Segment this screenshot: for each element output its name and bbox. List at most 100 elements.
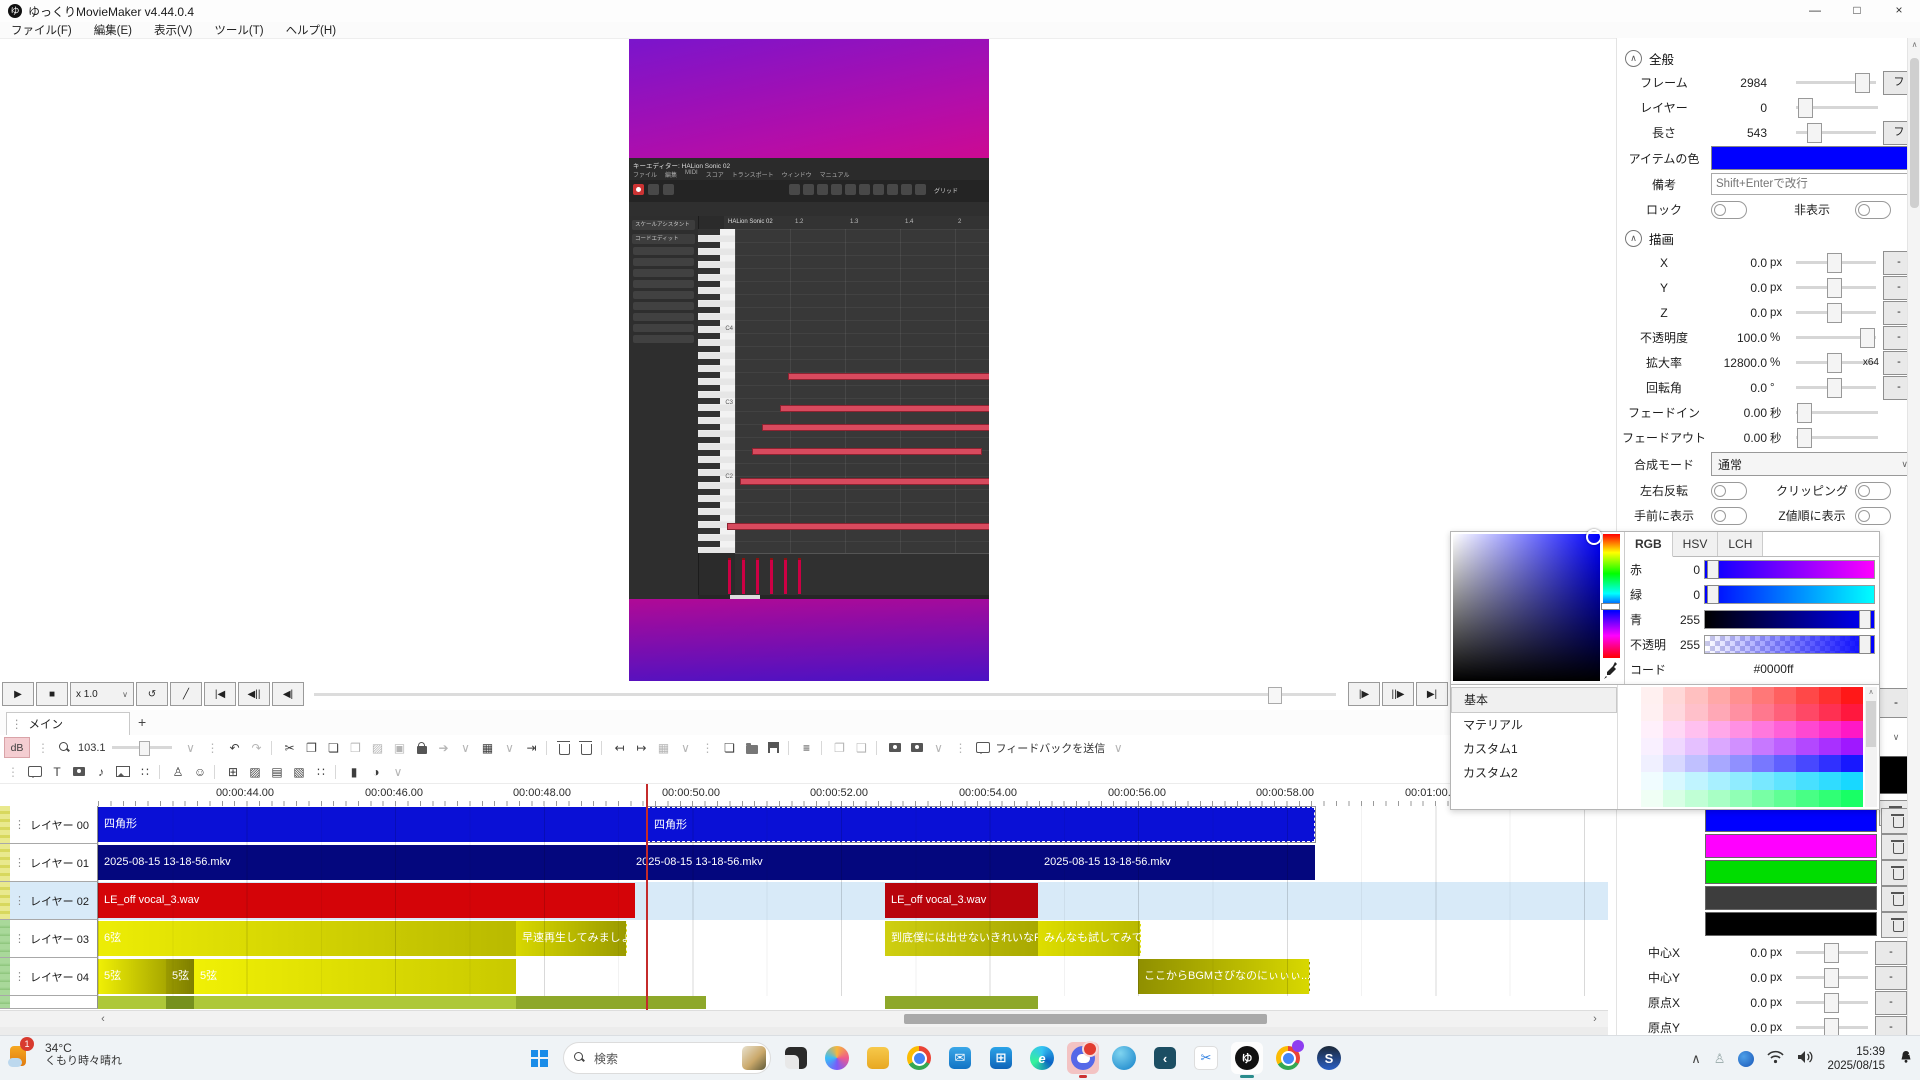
maximize-button[interactable]: □ — [1836, 0, 1878, 22]
move-mode-button[interactable]: ➔ — [435, 739, 453, 757]
hidden-toggle[interactable] — [1855, 201, 1891, 219]
channel-thumb[interactable] — [1707, 585, 1719, 604]
palette-tab-カスタム1[interactable]: カスタム1 — [1451, 737, 1617, 761]
timeline-clip[interactable]: ここからBGMさびなのにぃぃぃ... — [1138, 959, 1310, 994]
palette-color-cell[interactable] — [1819, 687, 1841, 704]
align-button[interactable]: ⇥ — [523, 739, 541, 757]
property-slider[interactable] — [1796, 81, 1876, 84]
palette-color-cell[interactable] — [1841, 755, 1863, 772]
palette-color-cell[interactable] — [1708, 704, 1730, 721]
timeline-clip[interactable]: 5弦 — [98, 959, 166, 994]
timeline-clip[interactable]: 到底僕には出せないきれいなF — [885, 921, 1038, 956]
scroll-right-arrow[interactable]: › — [1588, 1012, 1602, 1026]
property-value[interactable]: 0.0 — [1711, 946, 1767, 960]
palette-color-cell[interactable] — [1774, 772, 1796, 789]
slider-thumb[interactable] — [1827, 278, 1842, 298]
layer-header[interactable]: ⋮レイヤー 00 — [0, 806, 98, 844]
menu-3[interactable]: ツール(T) — [203, 22, 274, 38]
palette-color-cell[interactable] — [1641, 772, 1663, 789]
add-wait-item-button[interactable]: ◑ — [367, 763, 385, 781]
palette-color-cell[interactable] — [1752, 755, 1774, 772]
palette-color-cell[interactable] — [1663, 687, 1685, 704]
chrome[interactable] — [903, 1042, 935, 1074]
notification-bell-icon[interactable]: z — [1898, 1049, 1914, 1068]
palette-color-cell[interactable] — [1841, 738, 1863, 755]
palette-color-cell[interactable] — [1841, 687, 1863, 704]
property-slider[interactable] — [1796, 336, 1876, 339]
palette-color-cell[interactable] — [1752, 738, 1774, 755]
menu-1[interactable]: 編集(E) — [83, 22, 143, 38]
slider-thumb[interactable] — [1827, 353, 1842, 373]
redo-button[interactable]: ↷ — [248, 739, 266, 757]
stop-button[interactable]: ■ — [36, 682, 68, 706]
timeline-clip[interactable]: 5弦 — [194, 959, 516, 994]
panel-scrollbar[interactable]: ∧ — [1907, 38, 1920, 1035]
layer-drag-handle[interactable]: ⋮ — [14, 894, 25, 907]
cut-button[interactable]: ✂ — [281, 739, 299, 757]
note-input[interactable] — [1711, 173, 1915, 195]
add-image-item-button[interactable] — [114, 763, 132, 781]
palette-color-cell[interactable] — [1819, 772, 1841, 789]
scrollbar-thumb[interactable] — [904, 1014, 1267, 1024]
duplicate-below-button[interactable]: ❑ — [853, 739, 871, 757]
channel-thumb[interactable] — [1859, 635, 1871, 654]
palette-color-cell[interactable] — [1841, 790, 1863, 807]
item-color-swatch[interactable] — [1711, 146, 1915, 170]
add-text-item-button[interactable]: T — [48, 763, 66, 781]
layer-header[interactable]: ⋮レイヤー 04 — [0, 958, 98, 996]
timeline-clip[interactable]: 四角形 — [647, 807, 1315, 842]
collapse-draw-button[interactable]: ∧ — [1625, 230, 1642, 247]
save-project-button[interactable] — [765, 739, 783, 757]
menu-0[interactable]: ファイル(F) — [0, 22, 83, 38]
layer-drag-handle[interactable]: ⋮ — [14, 818, 25, 831]
property-slider[interactable] — [1796, 286, 1876, 289]
channel-value[interactable]: 0 — [1672, 588, 1704, 602]
saturation-selector[interactable] — [1586, 529, 1602, 545]
palette-color-cell[interactable] — [1752, 721, 1774, 738]
palette-color-cell[interactable] — [1730, 755, 1752, 772]
palette-color-cell[interactable] — [1796, 687, 1818, 704]
palette-color-cell[interactable] — [1730, 687, 1752, 704]
desktop-window-app[interactable] — [780, 1042, 812, 1074]
copy-button[interactable]: ❐ — [303, 739, 321, 757]
palette-color-cell[interactable] — [1663, 772, 1685, 789]
timeline-clip[interactable]: 5弦 — [166, 959, 194, 994]
eyedropper-icon[interactable] — [1603, 662, 1620, 680]
timeline-clip[interactable]: 早速再生してみましょ — [516, 921, 627, 956]
timeline-horizontal-scrollbar[interactable]: ‹ › — [0, 1010, 1608, 1028]
property-value[interactable]: 0.0 — [1711, 1021, 1767, 1035]
add-grid-item-button[interactable]: ∷ — [312, 763, 330, 781]
playhead[interactable] — [646, 784, 648, 1010]
add-effect-item-button[interactable]: ▨ — [246, 763, 264, 781]
slider-thumb[interactable] — [1807, 123, 1822, 143]
speed-select[interactable]: x 1.0∨ — [70, 682, 134, 706]
wifi-icon[interactable] — [1767, 1050, 1784, 1067]
palette-color-cell[interactable] — [1730, 704, 1752, 721]
timeline-clip[interactable]: 四角形 — [98, 807, 647, 842]
add-shape-item-button[interactable]: ∷ — [136, 763, 154, 781]
slider-thumb[interactable] — [1855, 73, 1870, 93]
history-color-swatch[interactable] — [1705, 808, 1877, 832]
seek-slider[interactable] — [314, 693, 1336, 696]
timeline-tab-main[interactable]: ⋮ メイン — [6, 712, 130, 736]
delete-ripple-button[interactable] — [578, 739, 596, 757]
Z値順に表示-toggle[interactable] — [1855, 507, 1891, 525]
property-value[interactable]: 0.0 — [1711, 256, 1767, 270]
settings-button[interactable]: ≡ — [798, 739, 816, 757]
property-value[interactable]: 2984 — [1711, 76, 1767, 90]
panel-scrollbar-thumb[interactable] — [1910, 58, 1919, 208]
palette-color-cell[interactable] — [1819, 721, 1841, 738]
tray-expand-icon[interactable]: ∧ — [1691, 1051, 1701, 1067]
palette-color-cell[interactable] — [1663, 755, 1685, 772]
start-button[interactable] — [524, 1043, 554, 1073]
layer-header[interactable]: ⋮レイヤー 03 — [0, 920, 98, 958]
slider-thumb[interactable] — [1797, 428, 1812, 448]
palette-color-cell[interactable] — [1708, 687, 1730, 704]
palette-color-cell[interactable] — [1641, 790, 1663, 807]
scroll-left-arrow[interactable]: ‹ — [96, 1012, 110, 1026]
channel-value[interactable]: 0 — [1672, 563, 1704, 577]
add-face-item-button[interactable]: ☺ — [191, 763, 209, 781]
paste-frame-button[interactable]: ▨ — [369, 739, 387, 757]
delete-button[interactable] — [556, 739, 574, 757]
slider-thumb[interactable] — [1824, 993, 1839, 1013]
